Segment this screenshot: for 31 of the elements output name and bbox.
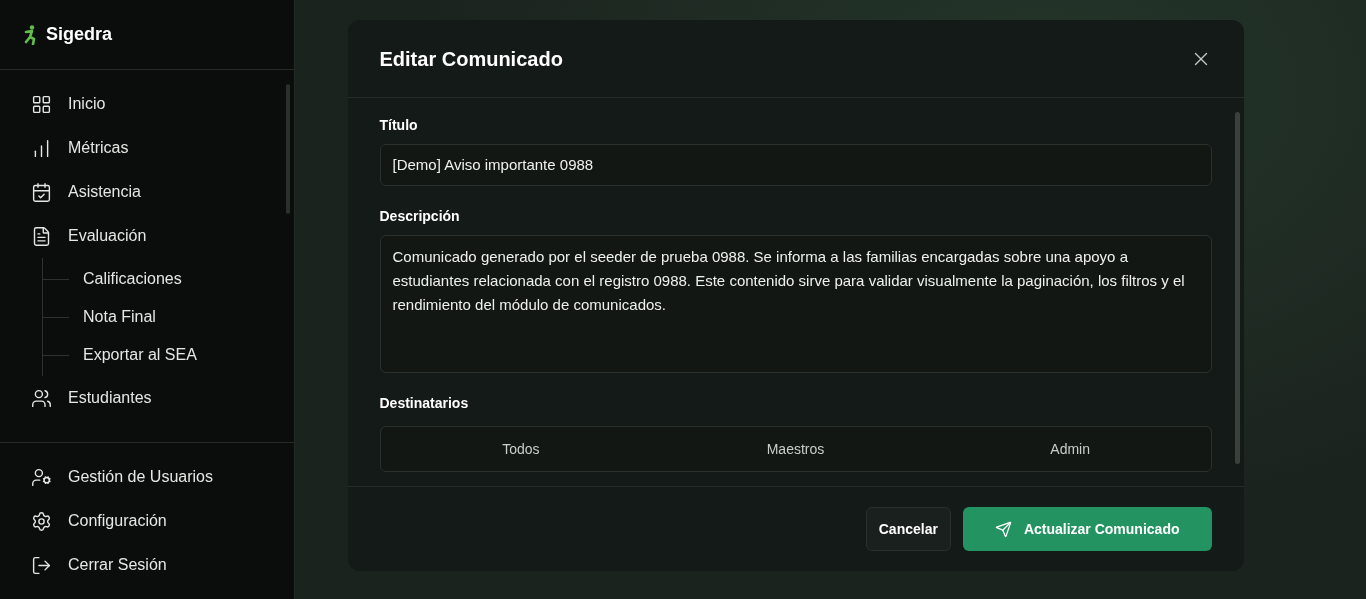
logout-icon	[31, 554, 52, 576]
cancel-button[interactable]: Cancelar	[865, 507, 951, 551]
nav-item[interactable]: Gestión de Usuarios	[0, 455, 294, 499]
nav-subitem[interactable]: Calificaciones	[69, 267, 182, 291]
nav-item[interactable]: Evaluación	[0, 214, 286, 258]
nav-item[interactable]: Cerrar Sesión	[0, 543, 294, 587]
nav-item[interactable]: Configuración	[0, 499, 294, 543]
title-field[interactable]: [Demo] Aviso importante 0988	[379, 144, 1212, 186]
nav-item[interactable]: Métricas	[0, 126, 286, 170]
description-field[interactable]: Comunicado generado por el seeder de prueba 0988. Se informa a las familias encargadas sobre una apoyo a estudiantes relacionada con el registro 0988. Este contenido sirve para validar visualmente la paginación, los filtros y el rendimiento del módulo de comunicados.	[379, 235, 1212, 373]
user-gear-icon	[31, 466, 52, 488]
nav-item[interactable]: Asistencia	[0, 170, 286, 214]
send-icon	[994, 520, 1012, 538]
field-label: Destinatarios	[379, 394, 470, 413]
update-button[interactable]: Actualizar Comunicado	[962, 507, 1212, 551]
recipient-option[interactable]: Todos	[383, 430, 659, 468]
nav-subitem[interactable]: Exportar al SEA	[69, 343, 197, 367]
recipient-option[interactable]: Admin	[932, 430, 1208, 468]
nav-item[interactable]: Inicio	[0, 82, 286, 126]
field-label: Título	[379, 116, 419, 135]
users-icon	[31, 387, 52, 409]
field-label: Descripción	[379, 207, 461, 226]
recipient-option[interactable]: Maestros	[658, 430, 933, 468]
runner-logo-icon	[24, 24, 38, 45]
nav-item[interactable]: Estudiantes	[0, 376, 286, 420]
calendar-check-icon	[31, 181, 52, 203]
settings-icon	[31, 510, 52, 532]
grid-icon	[31, 93, 52, 115]
dialog-title: Editar Comunicado	[379, 46, 563, 72]
brand-name: Sigedra	[46, 23, 113, 46]
nav-subitem[interactable]: Nota Final	[69, 305, 156, 329]
